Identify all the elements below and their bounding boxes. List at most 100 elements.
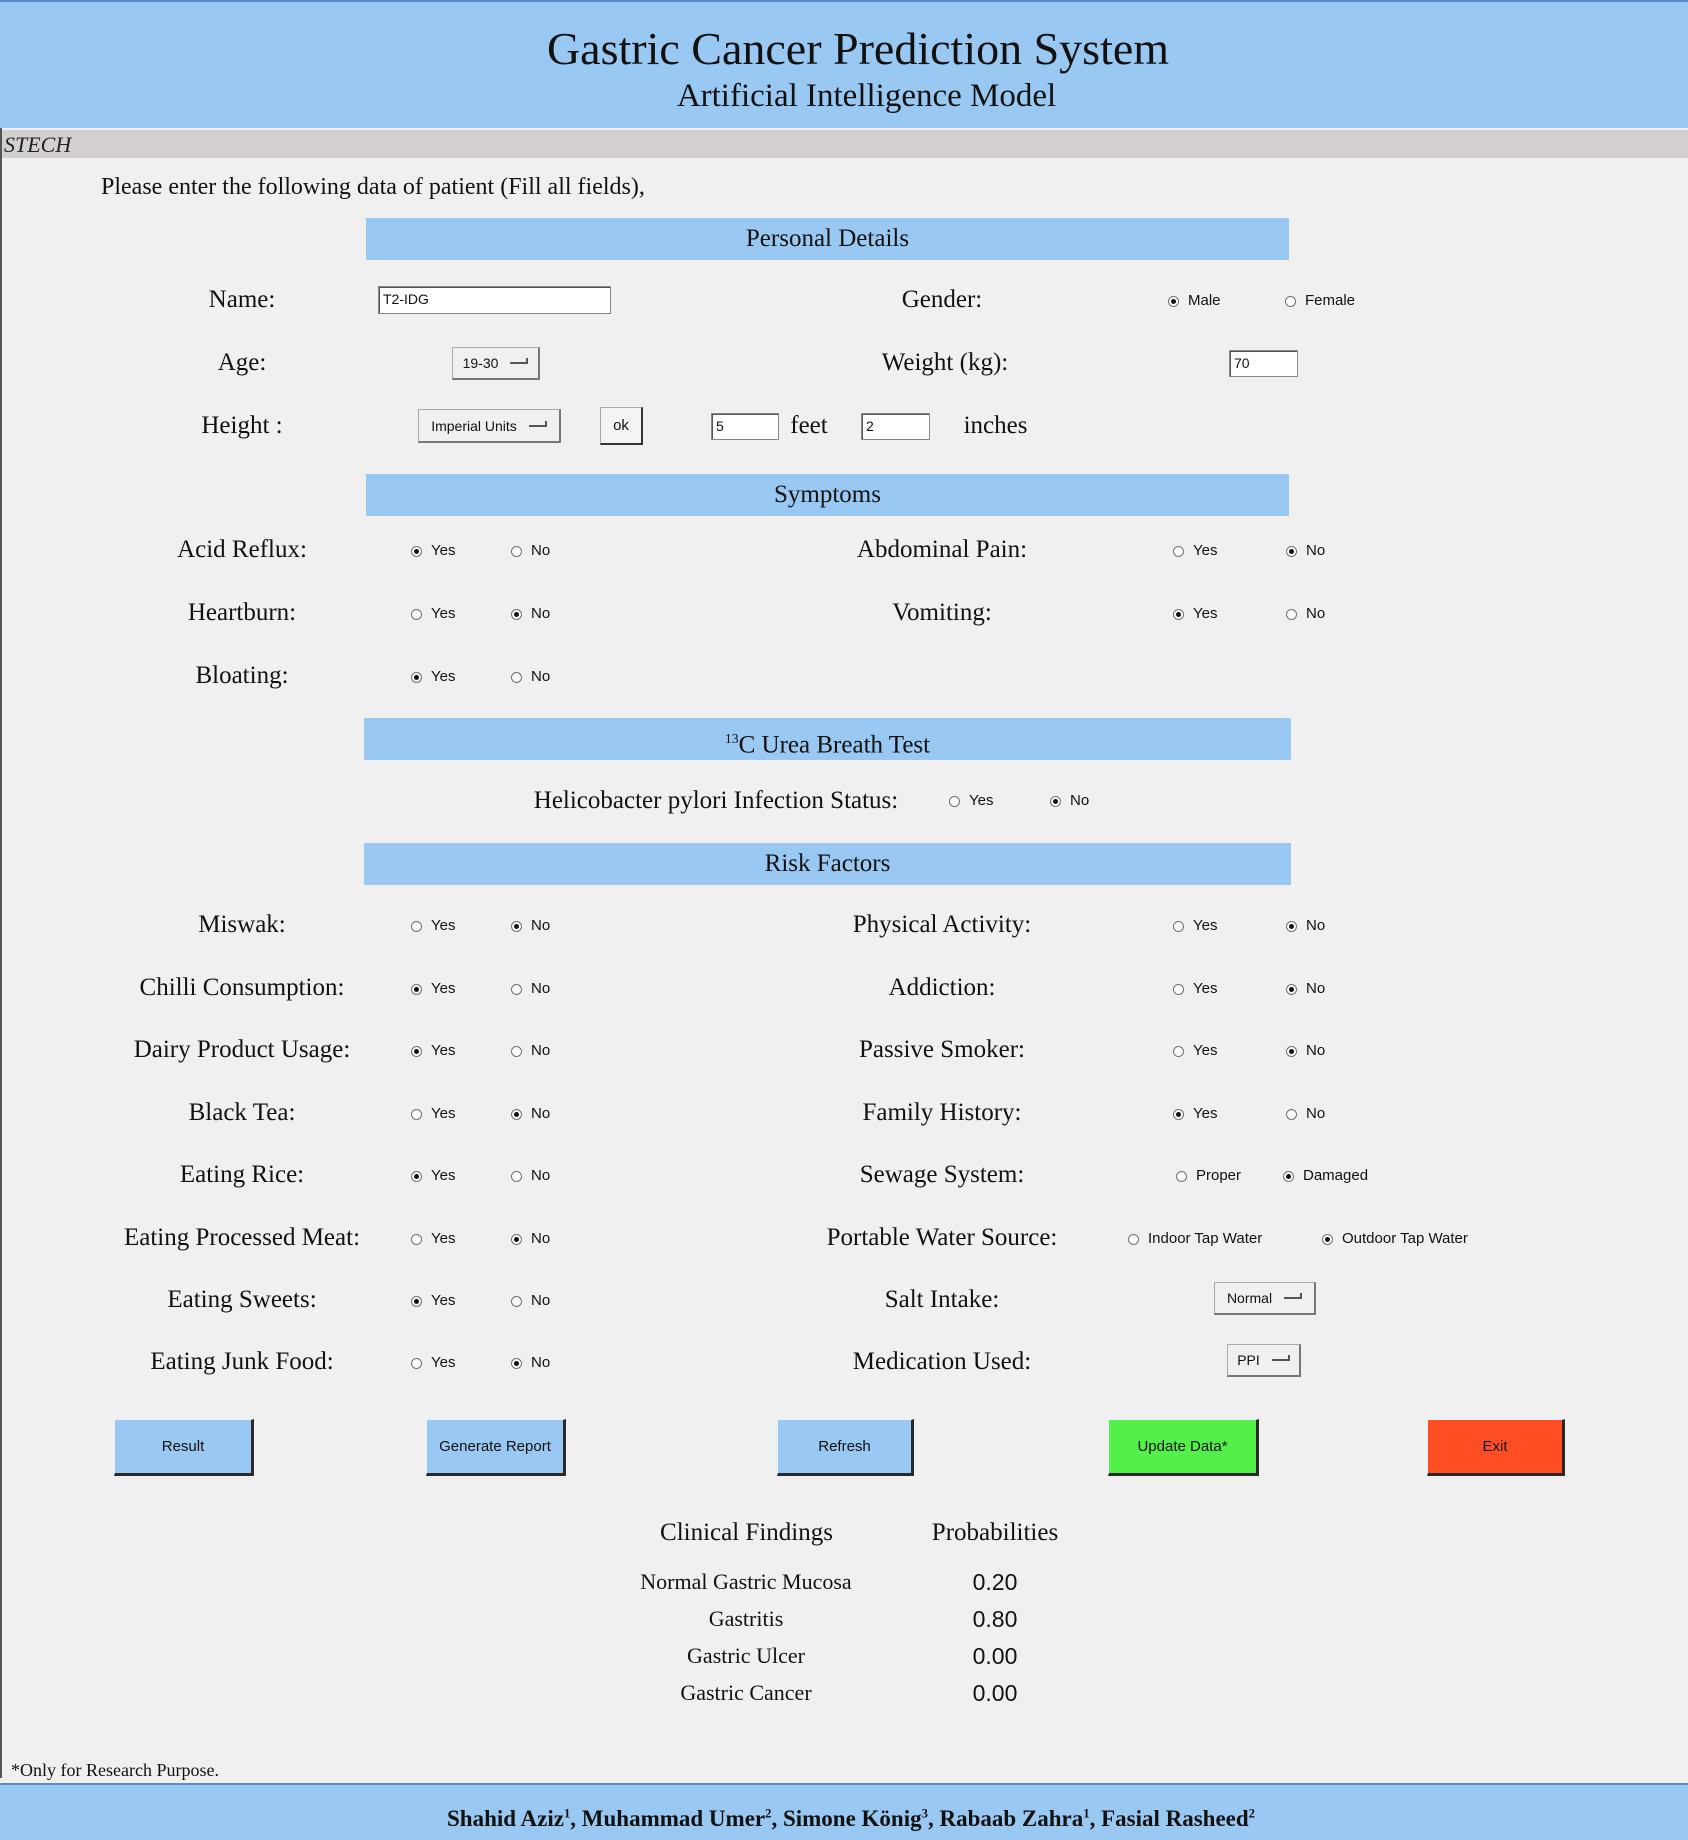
miswak-no-radio[interactable]: No xyxy=(511,916,550,936)
passive-smoker-yes-radio[interactable]: Yes xyxy=(1173,1041,1217,1061)
chilli-yes-radio[interactable]: Yes xyxy=(411,979,455,999)
left-border xyxy=(0,128,2,1778)
processed-meat-yes-radio[interactable]: Yes xyxy=(411,1229,455,1249)
physical-activity-no-radio[interactable]: No xyxy=(1286,916,1325,936)
radio-indicator xyxy=(511,1108,522,1120)
bloating-label: Bloating: xyxy=(195,662,289,689)
junk-food-no-radio[interactable]: No xyxy=(511,1353,550,1373)
radio-label: Male xyxy=(1188,292,1221,309)
radio-indicator xyxy=(1173,1045,1184,1057)
radio-label: Outdoor Tap Water xyxy=(1342,1230,1468,1247)
height-units-dropdown[interactable]: Imperial Units xyxy=(418,409,561,443)
dairy-yes-radio[interactable]: Yes xyxy=(411,1041,455,1061)
radio-indicator xyxy=(411,920,422,932)
miswak-yes-radio[interactable]: Yes xyxy=(411,916,455,936)
refresh-button[interactable]: Refresh xyxy=(777,1419,914,1476)
logo-strip: STECH xyxy=(0,130,1688,158)
radio-label: Yes xyxy=(431,605,456,622)
sweets-yes-radio[interactable]: Yes xyxy=(411,1291,455,1311)
probability-value: 0.00 xyxy=(972,1680,1018,1706)
feet-input[interactable]: 5 xyxy=(711,413,779,440)
gender-male-radio[interactable]: Male xyxy=(1168,291,1221,311)
water-indoor-radio[interactable]: Indoor Tap Water xyxy=(1128,1229,1262,1249)
radio-label: No xyxy=(1306,917,1326,934)
junk-food-label: Eating Junk Food: xyxy=(150,1348,334,1375)
chilli-label: Chilli Consumption: xyxy=(139,974,345,1001)
radio-indicator xyxy=(1286,1045,1297,1057)
chilli-no-radio[interactable]: No xyxy=(511,979,550,999)
generate-report-button[interactable]: Generate Report xyxy=(426,1419,566,1476)
physical-activity-yes-radio[interactable]: Yes xyxy=(1173,916,1217,936)
weight-label: Weight (kg): xyxy=(881,349,1009,376)
update-data-button[interactable]: Update Data* xyxy=(1108,1419,1259,1476)
black-tea-yes-radio[interactable]: Yes xyxy=(411,1104,455,1124)
height-label: Height : xyxy=(201,412,283,439)
name-label: Name: xyxy=(208,286,276,313)
water-source-label: Portable Water Source: xyxy=(826,1224,1058,1251)
processed-meat-no-radio[interactable]: No xyxy=(511,1229,550,1249)
name-input[interactable]: T2-IDG xyxy=(378,286,611,314)
acid-reflux-no-radio[interactable]: No xyxy=(511,541,550,561)
addiction-yes-radio[interactable]: Yes xyxy=(1173,979,1217,999)
radio-indicator xyxy=(411,671,422,683)
passive-smoker-no-radio[interactable]: No xyxy=(1286,1041,1325,1061)
exit-button[interactable]: Exit xyxy=(1427,1419,1565,1476)
physical-activity-label: Physical Activity: xyxy=(852,911,1032,938)
black-tea-no-radio[interactable]: No xyxy=(511,1104,550,1124)
weight-input[interactable]: 70 xyxy=(1229,350,1298,377)
research-note: *Only for Research Purpose. xyxy=(11,1760,219,1780)
dairy-no-radio[interactable]: No xyxy=(511,1041,550,1061)
author-name: Muhammad Umer xyxy=(581,1806,766,1831)
salt-intake-dropdown[interactable]: Normal xyxy=(1214,1282,1316,1315)
radio-label: Proper xyxy=(1196,1167,1242,1184)
gender-female-radio[interactable]: Female xyxy=(1285,291,1355,311)
family-history-yes-radio[interactable]: Yes xyxy=(1173,1104,1217,1124)
section-symptoms: Symptoms xyxy=(366,474,1289,516)
age-dropdown[interactable]: 19-30 xyxy=(452,347,540,380)
heartburn-no-radio[interactable]: No xyxy=(511,604,550,624)
result-button[interactable]: Result xyxy=(114,1419,254,1476)
radio-indicator xyxy=(411,1295,422,1307)
section-risk-factors: Risk Factors xyxy=(364,843,1291,885)
eating-rice-yes-radio[interactable]: Yes xyxy=(411,1166,455,1186)
radio-indicator xyxy=(411,1045,422,1057)
eating-rice-label: Eating Rice: xyxy=(179,1161,305,1188)
sewage-proper-radio[interactable]: Proper xyxy=(1176,1166,1241,1186)
radio-label: Yes xyxy=(1193,1105,1218,1122)
sewage-damaged-radio[interactable]: Damaged xyxy=(1283,1166,1368,1186)
family-history-no-radio[interactable]: No xyxy=(1286,1104,1325,1124)
eating-rice-no-radio[interactable]: No xyxy=(511,1166,550,1186)
radio-indicator xyxy=(411,1170,422,1182)
vomiting-yes-radio[interactable]: Yes xyxy=(1173,604,1217,624)
radio-indicator xyxy=(1286,920,1297,932)
vomiting-no-radio[interactable]: No xyxy=(1286,604,1325,624)
radio-label: Yes xyxy=(431,1354,456,1371)
abdominal-pain-yes-radio[interactable]: Yes xyxy=(1173,541,1217,561)
bloating-yes-radio[interactable]: Yes xyxy=(411,667,455,687)
sweets-no-radio[interactable]: No xyxy=(511,1291,550,1311)
dropdown-icon xyxy=(528,420,547,427)
junk-food-yes-radio[interactable]: Yes xyxy=(411,1353,455,1373)
radio-label: Yes xyxy=(431,1292,456,1309)
acid-reflux-yes-radio[interactable]: Yes xyxy=(411,541,455,561)
radio-indicator xyxy=(1173,1108,1184,1120)
authors-line: Shahid Aziz1, Muhammad Umer2, Simone Kön… xyxy=(446,1806,1255,1831)
bloating-no-radio[interactable]: No xyxy=(511,667,550,687)
finding-label: Gastritis xyxy=(708,1606,784,1631)
inches-input[interactable]: 2 xyxy=(861,413,930,440)
height-units-value: Imperial Units xyxy=(431,417,517,434)
addiction-no-radio[interactable]: No xyxy=(1286,979,1325,999)
h-pylori-no-radio[interactable]: No xyxy=(1050,791,1089,811)
author-affiliation: 3 xyxy=(921,1806,928,1821)
radio-label: Yes xyxy=(431,542,456,559)
medication-label: Medication Used: xyxy=(852,1348,1032,1375)
heartburn-yes-radio[interactable]: Yes xyxy=(411,604,455,624)
ok-button[interactable]: ok xyxy=(600,407,643,445)
h-pylori-yes-radio[interactable]: Yes xyxy=(949,791,993,811)
medication-dropdown[interactable]: PPI xyxy=(1227,1344,1301,1377)
radio-indicator xyxy=(1286,608,1297,620)
abdominal-pain-no-radio[interactable]: No xyxy=(1286,541,1325,561)
radio-indicator xyxy=(411,983,422,995)
finding-label: Gastric Ulcer xyxy=(687,1643,805,1668)
water-outdoor-radio[interactable]: Outdoor Tap Water xyxy=(1322,1229,1468,1249)
